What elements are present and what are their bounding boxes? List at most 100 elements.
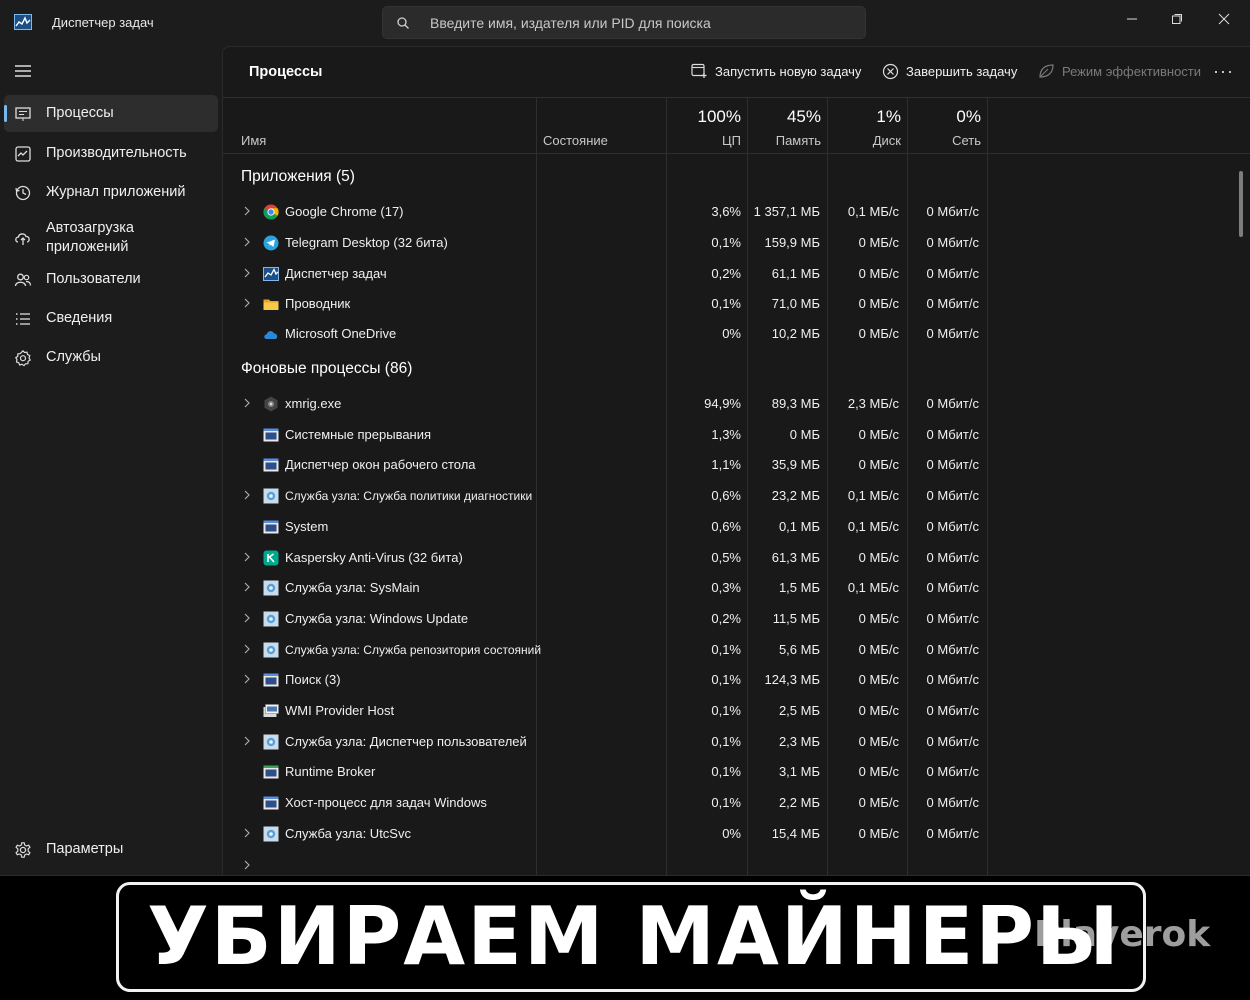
scrollbar-thumb[interactable]: [1239, 171, 1243, 237]
process-row[interactable]: Хост-процесс для задач Windows 0,1% 2,2 МБ…: [223, 788, 988, 818]
sidebar-item-users[interactable]: Пользователи: [4, 261, 218, 298]
sidebar-item-performance[interactable]: Производительность: [4, 135, 218, 172]
more-options-icon[interactable]: ···: [1213, 61, 1234, 82]
minimize-button[interactable]: [1117, 8, 1147, 30]
sidebar-item-processes[interactable]: Процессы: [4, 95, 218, 132]
service-host-icon: [263, 826, 279, 842]
sidebar-item-label: Производительность: [46, 145, 187, 161]
process-name: xmrig.exe: [285, 396, 342, 411]
column-header-state[interactable]: Состояние: [543, 133, 608, 148]
sidebar-item-services[interactable]: Службы: [4, 339, 218, 376]
chevron-right-icon[interactable]: [243, 644, 251, 654]
chevron-right-icon[interactable]: [243, 398, 251, 408]
banner-text: УБИРАЕМ МАЙНЕРЫ: [147, 890, 1121, 983]
process-name: Служба узла: Windows Update: [285, 611, 469, 626]
end-task-button[interactable]: Завершить задачу: [882, 63, 1017, 80]
process-network: 0 Мбит/с: [926, 642, 979, 657]
process-cpu: 0%: [722, 826, 741, 841]
chevron-right-icon[interactable]: [243, 490, 251, 500]
process-memory: 5,6 МБ: [778, 642, 820, 657]
process-row[interactable]: WMI Provider Host 0,1% 2,5 МБ 0 МБ/с 0 Мбит/…: [223, 696, 988, 726]
history-icon: [15, 185, 31, 201]
chevron-right-icon[interactable]: [243, 674, 251, 684]
process-row[interactable]: Диспетчер окон рабочего стола 1,1% 35,9 МБ…: [223, 450, 988, 480]
chevron-right-icon[interactable]: [243, 828, 251, 838]
column-header-name[interactable]: Имя: [241, 133, 266, 148]
performance-icon: [15, 146, 31, 162]
process-disk: 0 МБ/с: [858, 795, 899, 810]
search-box[interactable]: Введите имя, издателя или PID для поиска: [382, 6, 866, 39]
process-name: Runtime Broker: [285, 764, 376, 779]
close-button[interactable]: [1209, 8, 1239, 30]
sidebar-item-settings[interactable]: Параметры: [4, 831, 218, 868]
process-memory: 61,1 МБ: [771, 266, 820, 281]
folder-icon: [263, 299, 279, 310]
startup-icon: [15, 233, 30, 245]
task-manager-window: Диспетчер задач Введите имя, издателя ил…: [0, 0, 1250, 876]
process-memory: 2,5 МБ: [778, 703, 820, 718]
process-cpu: 0,6%: [711, 519, 741, 534]
chevron-right-icon[interactable]: [243, 613, 251, 623]
process-network: 0 Мбит/с: [926, 611, 979, 626]
run-new-task-button[interactable]: Запустить новую задачу: [691, 63, 861, 79]
process-network: 0 Мбит/с: [926, 396, 979, 411]
process-row[interactable]: Системные прерывания 1,3% 0 МБ 0 МБ/с 0 Мбит…: [223, 420, 988, 450]
efficiency-mode-button[interactable]: Режим эффективности: [1038, 63, 1201, 79]
end-task-label: Завершить задачу: [906, 64, 1018, 79]
process-row[interactable]: xmrig.exe 94,9% 89,3 МБ 2,3 МБ/с 0 Мбит/с: [223, 389, 988, 419]
sidebar-item-app-history[interactable]: Журнал приложений: [4, 174, 218, 211]
process-row[interactable]: Служба узла: Служба политики диагностики…: [223, 481, 988, 511]
process-row[interactable]: Telegram Desktop (32 бита) 0,1% 159,9 МБ 0 …: [223, 228, 988, 258]
process-row[interactable]: Kaspersky Anti-Virus (32 бита) 0,5% 61,3 М…: [223, 543, 988, 573]
search-icon: [397, 17, 409, 29]
sidebar-item-details[interactable]: Сведения: [4, 300, 218, 337]
process-cpu: 0,6%: [711, 488, 741, 503]
header-divider: [223, 97, 1250, 98]
chevron-right-icon[interactable]: [243, 860, 251, 870]
process-row[interactable]: Google Chrome (17) 3,6% 1 357,1 МБ 0,1 МБ/с…: [223, 197, 988, 227]
process-cpu: 0,1%: [711, 795, 741, 810]
process-row[interactable]: Служба узла: Windows Update 0,2% 11,5 МБ 0 …: [223, 604, 988, 634]
sidebar-item-label: Сведения: [46, 310, 113, 326]
group-header-apps: Приложения (5): [241, 168, 355, 185]
restore-button[interactable]: [1162, 8, 1192, 30]
chevron-right-icon[interactable]: [243, 582, 251, 592]
process-name: Служба узла: Служба политики диагностики: [285, 489, 533, 503]
process-row[interactable]: Проводник 0,1% 71,0 МБ 0 МБ/с 0 Мбит/с: [223, 289, 988, 319]
chevron-right-icon[interactable]: [243, 298, 251, 308]
sidebar-item-startup[interactable]: Автозагрузка приложений: [4, 216, 218, 260]
chevron-right-icon[interactable]: [243, 552, 251, 562]
chevron-right-icon[interactable]: [243, 736, 251, 746]
wmi-icon: [263, 704, 279, 717]
process-name: Microsoft OneDrive: [285, 326, 397, 341]
chrome-icon: [263, 204, 279, 220]
process-cpu: 0,1%: [711, 296, 741, 311]
restore-icon: [1172, 14, 1182, 24]
process-row[interactable]: Runtime Broker 0,1% 3,1 МБ 0 МБ/с 0 Мбит/с: [223, 757, 988, 787]
process-memory: 61,3 МБ: [771, 550, 820, 565]
chevron-right-icon[interactable]: [243, 237, 251, 247]
service-host-icon: [263, 734, 279, 750]
chevron-right-icon[interactable]: [243, 206, 251, 216]
process-row[interactable]: Служба узла: UtcSvc 0% 15,4 МБ 0 МБ/с 0 Мбит…: [223, 819, 988, 849]
process-memory: 3,1 МБ: [778, 764, 820, 779]
process-row[interactable]: Служба узла: Диспетчер пользователей 0,1%…: [223, 727, 988, 757]
process-row[interactable]: Поиск (3) 0,1% 124,3 МБ 0 МБ/с 0 Мбит/с: [223, 665, 988, 695]
process-name: System: [285, 519, 329, 534]
process-row[interactable]: Служба узла: SysMain 0,3% 1,5 МБ 0,1 МБ/с 0 …: [223, 573, 988, 603]
process-memory: 10,2 МБ: [771, 326, 820, 341]
process-row[interactable]: Диспетчер задач 0,2% 61,1 МБ 0 МБ/с 0 Мбит/с: [223, 259, 988, 289]
services-icon: [14, 349, 32, 367]
process-row[interactable]: System 0,6% 0,1 МБ 0,1 МБ/с 0 Мбит/с: [223, 512, 988, 542]
process-memory: 71,0 МБ: [771, 296, 820, 311]
process-network: 0 Мбит/с: [926, 672, 979, 687]
system-window-icon: [263, 458, 279, 472]
process-network: 0 Мбит/с: [926, 235, 979, 250]
search-placeholder: Введите имя, издателя или PID для поиска: [430, 15, 711, 31]
process-row[interactable]: Microsoft OneDrive 0% 10,2 МБ 0 МБ/с 0 Мбит/…: [223, 319, 988, 349]
process-row[interactable]: Служба узла: Служба репозитория состояни…: [223, 635, 988, 665]
chevron-right-icon[interactable]: [243, 268, 251, 278]
hamburger-menu-icon[interactable]: [14, 64, 32, 78]
telegram-icon: [263, 235, 279, 251]
process-name: Проводник: [285, 296, 351, 311]
